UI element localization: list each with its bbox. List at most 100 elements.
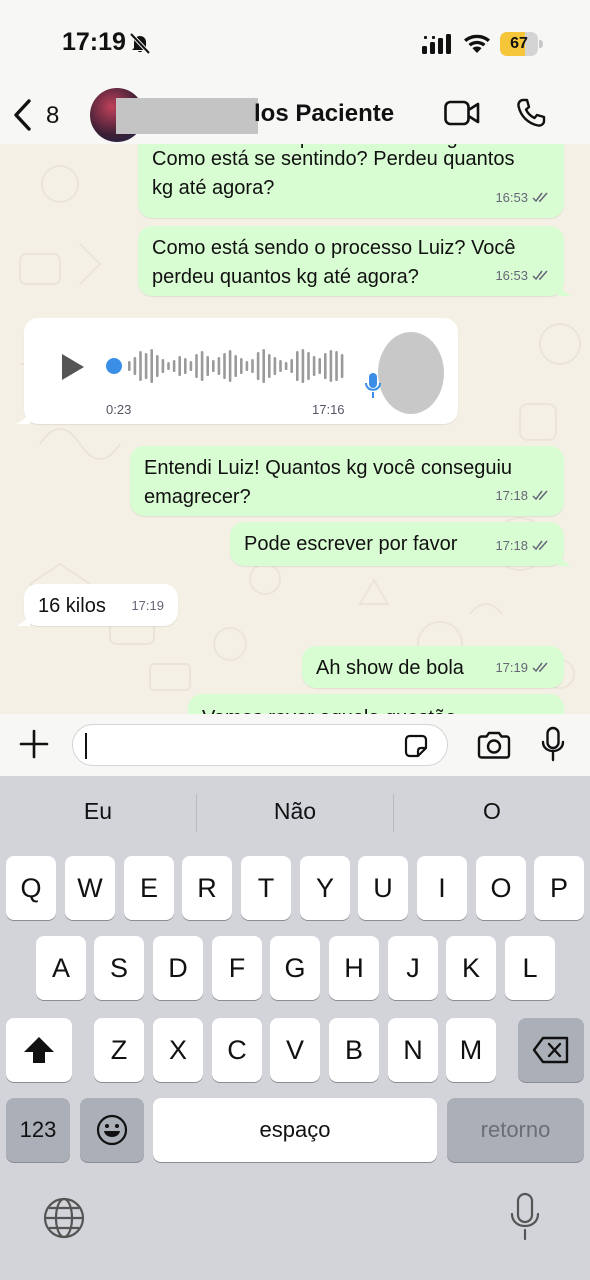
- key-w[interactable]: W: [65, 856, 115, 920]
- play-icon[interactable]: [60, 352, 86, 382]
- unread-count[interactable]: 8: [46, 102, 59, 130]
- key-v[interactable]: V: [270, 1018, 320, 1082]
- key-q[interactable]: Q: [6, 856, 56, 920]
- key-e[interactable]: E: [124, 856, 174, 920]
- message-bubble-incoming[interactable]: 16 kilos 17:19: [16, 584, 178, 626]
- mic-icon: [365, 373, 381, 398]
- key-s[interactable]: S: [94, 936, 144, 1000]
- voice-message-bubble[interactable]: 0:23 17:16: [16, 318, 458, 424]
- key-u[interactable]: U: [358, 856, 408, 920]
- waveform-bar: [206, 356, 209, 376]
- waveform-bar: [223, 353, 226, 379]
- key-m[interactable]: M: [446, 1018, 496, 1082]
- message-bubble-outgoing[interactable]: Como está sendo o processo Luiz? Você pe…: [138, 226, 572, 296]
- key-i[interactable]: I: [417, 856, 467, 920]
- phone-call-icon[interactable]: [516, 98, 546, 128]
- composer-bar: [0, 714, 590, 776]
- bubble-tail: [16, 612, 30, 626]
- audio-waveform[interactable]: [106, 346, 346, 386]
- waveform-bar: [161, 359, 165, 373]
- key-h[interactable]: H: [329, 936, 379, 1000]
- key-p[interactable]: P: [534, 856, 584, 920]
- key-l[interactable]: L: [505, 936, 555, 1000]
- message-bubble-outgoing[interactable]: Ah show de bola 17:19: [302, 646, 564, 688]
- sender-avatar-blurred: [378, 332, 444, 414]
- waveform-bar: [133, 357, 137, 375]
- waveform-bar: [335, 351, 338, 381]
- camera-icon[interactable]: [476, 730, 512, 760]
- chat-area[interactable]: Você ainda está precisando de algo? Como…: [0, 144, 590, 714]
- emoji-key[interactable]: [80, 1098, 144, 1162]
- waveform-bar: [189, 361, 193, 371]
- key-n[interactable]: N: [388, 1018, 438, 1082]
- mic-icon[interactable]: [540, 726, 566, 762]
- shift-key[interactable]: [6, 1018, 72, 1082]
- sticker-icon[interactable]: [402, 732, 430, 760]
- key-g[interactable]: G: [270, 936, 320, 1000]
- waveform-bar: [234, 355, 237, 377]
- key-f[interactable]: F: [212, 936, 262, 1000]
- key-y[interactable]: Y: [300, 856, 350, 920]
- numbers-key[interactable]: 123: [6, 1098, 70, 1162]
- globe-icon[interactable]: [42, 1196, 86, 1240]
- suggestion-item[interactable]: Não: [197, 798, 393, 825]
- message-meta: 17:19: [131, 591, 164, 620]
- message-time: 17:16: [312, 402, 345, 417]
- plus-icon[interactable]: [18, 728, 50, 760]
- key-c[interactable]: C: [212, 1018, 262, 1082]
- key-z[interactable]: Z: [94, 1018, 144, 1082]
- waveform-bar: [301, 349, 305, 383]
- waveform-bar: [195, 354, 198, 378]
- waveform-bar: [184, 358, 187, 374]
- waveform-bar: [240, 358, 243, 374]
- backspace-icon: [532, 1036, 569, 1064]
- suggestion-item[interactable]: O: [394, 798, 590, 825]
- waveform-bar: [144, 353, 148, 379]
- message-bubble-outgoing[interactable]: Você ainda está precisando de algo? Como…: [138, 144, 564, 218]
- message-bubble-outgoing[interactable]: Vamos rever aquela questão: [188, 694, 564, 714]
- key-t[interactable]: T: [241, 856, 291, 920]
- message-bubble-outgoing[interactable]: Pode escrever por favor 17:18: [230, 522, 572, 566]
- key-k[interactable]: K: [446, 936, 496, 1000]
- message-input[interactable]: [72, 724, 448, 766]
- waveform-bar: [128, 361, 131, 371]
- contact-name[interactable]: los Paciente: [254, 100, 394, 128]
- waveform-bar: [312, 356, 316, 376]
- back-chevron-icon[interactable]: [12, 98, 34, 132]
- space-key[interactable]: espaço: [153, 1098, 437, 1162]
- key-a[interactable]: A: [36, 936, 86, 1000]
- message-time: 17:18: [495, 488, 528, 503]
- message-time: 16:53: [495, 190, 528, 205]
- message-time: 17:18: [495, 538, 528, 553]
- keyboard: Eu Não O Q W E R T Y U I O P A S D F G H…: [0, 776, 590, 1280]
- bubble-tail: [16, 410, 30, 424]
- key-o[interactable]: O: [476, 856, 526, 920]
- key-r[interactable]: R: [182, 856, 232, 920]
- playback-position-dot[interactable]: [106, 358, 122, 374]
- waveform-bar: [296, 351, 299, 381]
- waveform-bar: [172, 360, 176, 372]
- return-key[interactable]: retorno: [447, 1098, 584, 1162]
- bubble-tail: [558, 282, 572, 296]
- key-x[interactable]: X: [153, 1018, 203, 1082]
- waveform-bar: [340, 354, 344, 378]
- key-j[interactable]: J: [388, 936, 438, 1000]
- message-meta: 17:18: [495, 531, 550, 560]
- message-meta: 17:19: [495, 653, 550, 682]
- suggestion-item[interactable]: Eu: [0, 798, 196, 825]
- key-b[interactable]: B: [329, 1018, 379, 1082]
- chat-header: 8 los Paciente: [0, 88, 590, 144]
- waveform-bar: [329, 350, 333, 382]
- read-ticks-icon: [532, 662, 548, 673]
- key-d[interactable]: D: [153, 936, 203, 1000]
- message-bubble-outgoing[interactable]: Entendi Luiz! Quantos kg você conseguiu …: [130, 446, 564, 516]
- dictation-mic-icon[interactable]: [508, 1192, 542, 1242]
- bubble-tail: [558, 552, 572, 566]
- status-time: 17:19: [62, 28, 126, 56]
- waveform-bar: [256, 352, 260, 380]
- video-call-icon[interactable]: [444, 100, 480, 126]
- message-text: Como está se sentindo? Perdeu quantos kg…: [152, 148, 515, 199]
- delete-key[interactable]: [518, 1018, 584, 1082]
- waveform-bar: [167, 362, 170, 370]
- waveform-bar: [200, 351, 204, 381]
